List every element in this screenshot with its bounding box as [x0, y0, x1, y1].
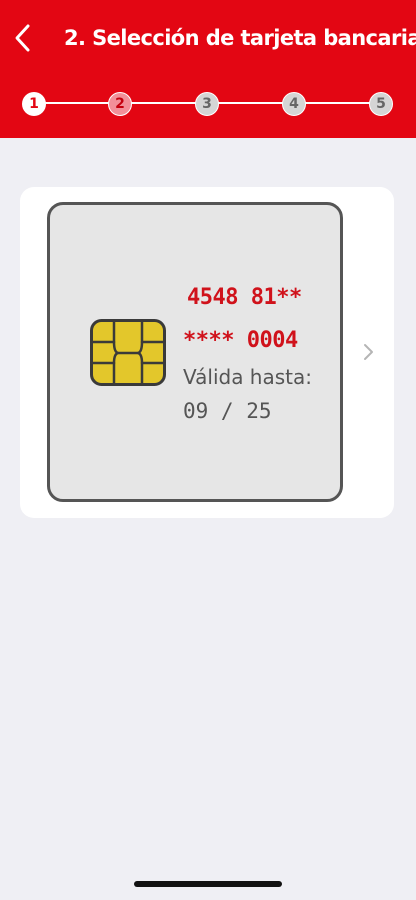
step-3: 3 — [195, 92, 219, 116]
expiry-label: Válida hasta: — [183, 365, 312, 389]
card-number-suffix: **** 0004 — [183, 328, 298, 353]
step-2: 2 — [108, 92, 132, 116]
header-bar: 2. Selección de tarjeta bancaria 1 2 3 4… — [0, 0, 416, 138]
home-indicator — [134, 881, 282, 887]
card-chip-icon — [90, 319, 166, 386]
back-button[interactable] — [8, 20, 38, 56]
step-5: 5 — [369, 92, 393, 116]
chevron-right-icon[interactable] — [361, 342, 375, 362]
expiry-date: 09 / 25 — [183, 399, 272, 423]
step-4: 4 — [282, 92, 306, 116]
page-title: 2. Selección de tarjeta bancaria — [64, 26, 416, 50]
chevron-left-icon — [15, 24, 30, 52]
step-1: 1 — [22, 92, 46, 116]
card-number-prefix: 4548 81** — [187, 285, 302, 310]
